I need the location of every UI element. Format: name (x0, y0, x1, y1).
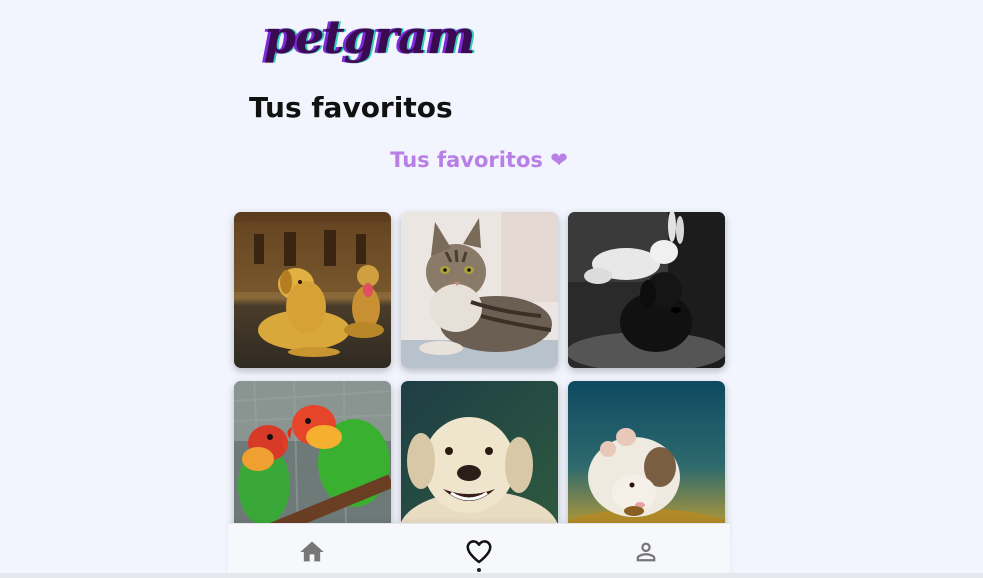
home-icon (299, 541, 324, 561)
hamster-photo (568, 381, 725, 537)
app-root: petgram Tus favoritos Tus favoritos ❤ (0, 0, 983, 578)
nav-favorites-button[interactable] (449, 528, 509, 576)
page-title: Tus favoritos (249, 91, 453, 124)
nav-home-button[interactable] (282, 528, 342, 576)
nav-user-button[interactable] (616, 528, 676, 576)
bottom-strip (0, 573, 983, 578)
rabbit-dog-photo (568, 212, 725, 368)
favorite-photo-labrador[interactable] (401, 381, 558, 537)
favorite-photo-hamster[interactable] (568, 381, 725, 537)
favorite-photo-parrots[interactable] (234, 381, 391, 537)
petgram-logo[interactable]: petgram (264, 6, 476, 68)
active-indicator (476, 567, 481, 572)
favorites-grid (234, 212, 725, 537)
favorite-photo-cat[interactable] (401, 212, 558, 368)
parrots-photo (234, 381, 391, 537)
heart-icon (466, 539, 492, 563)
favorite-photo-rabbit-dog[interactable] (568, 212, 725, 368)
user-icon (636, 542, 656, 561)
cat-photo (401, 212, 558, 368)
favorite-photo-dogs[interactable] (234, 212, 391, 368)
favorites-subtitle: Tus favoritos ❤ (390, 148, 568, 172)
bottom-navbar (228, 523, 730, 578)
labrador-photo (401, 381, 558, 537)
dog-photo (234, 212, 391, 368)
